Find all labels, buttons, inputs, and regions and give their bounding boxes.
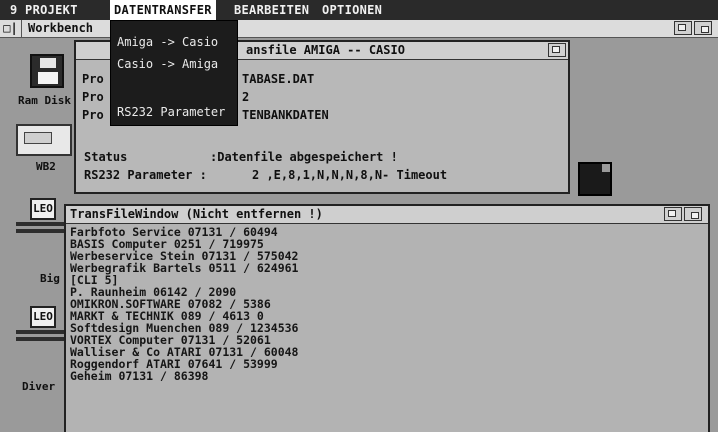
dialog-title: ansfile AMIGA -- CASIO	[246, 43, 405, 57]
ram-disk-icon[interactable]	[30, 54, 64, 88]
workbench-title-bar: □| Workbench	[0, 20, 718, 38]
transfile-window-title: TransFileWindow (Nicht entfernen !)	[70, 207, 323, 221]
menu-bearbeiten[interactable]: BEARBEITEN	[230, 0, 313, 20]
menu-optionen[interactable]: OPTIONEN	[318, 0, 386, 20]
transfile-window-title-bar[interactable]: TransFileWindow (Nicht entfernen !)	[66, 206, 708, 224]
zoom-gadget-icon[interactable]	[674, 21, 692, 35]
status-value: :Datenfile abgespeichert !	[210, 150, 398, 164]
transfile-entry-list: Farbfoto Service 07131 / 60494 BASIS Comp…	[70, 226, 298, 382]
depth-gadget-icon[interactable]	[694, 21, 712, 35]
status-label: Status	[84, 150, 128, 164]
drawer-plate-big: LEO	[30, 198, 56, 220]
project-label-1: Pro	[82, 72, 104, 86]
workbench-close-gadget[interactable]: □|	[0, 20, 22, 37]
workbench-title: Workbench	[28, 21, 94, 35]
ram-disk-label: Ram Disk	[18, 94, 71, 107]
wb2-disk-icon[interactable]	[16, 124, 72, 156]
wb2-label: WB2	[36, 160, 56, 173]
drawer-label-big: Big	[40, 272, 60, 285]
project-value-2: 2	[242, 90, 250, 104]
datentransfer-dropdown: Amiga -> Casio Casio -> Amiga RS232 Para…	[110, 20, 238, 126]
menu-item-casio-to-amiga[interactable]: Casio -> Amiga	[117, 57, 218, 71]
menu-bar: 9 PROJEKT DATENTRANSFER BEARBEITEN OPTIO…	[0, 0, 718, 20]
menu-projekt[interactable]: 9 PROJEKT	[6, 0, 82, 20]
project-label-3: Pro	[82, 108, 104, 122]
menu-item-amiga-to-casio[interactable]: Amiga -> Casio	[117, 35, 218, 49]
disk-icon[interactable]	[578, 162, 612, 196]
menu-item-rs232-parameter[interactable]: RS232 Parameter	[117, 105, 225, 119]
list-item: Geheim 07131 / 86398	[70, 369, 209, 383]
drawer-icon-big[interactable]: LEO	[16, 198, 70, 238]
drawer-plate-diver: LEO	[30, 306, 56, 328]
drawer-label-diver: Diver	[22, 380, 56, 393]
project-value-3: TENBANKDATEN	[242, 108, 329, 122]
transfile-window: TransFileWindow (Nicht entfernen !) Farb…	[64, 204, 710, 432]
tfw-depth-gadget-icon[interactable]	[684, 207, 702, 221]
project-label-2: Pro	[82, 90, 104, 104]
menu-datentransfer[interactable]: DATENTRANSFER	[110, 0, 216, 20]
dialog-depth-gadget-icon[interactable]	[548, 43, 566, 57]
tfw-zoom-gadget-icon[interactable]	[664, 207, 682, 221]
rs232-label: RS232 Parameter :	[84, 168, 207, 182]
rs232-value: 2 ,E,8,1,N,N,N,8,N- Timeout	[252, 168, 448, 182]
drawer-icon-diver[interactable]: LEO	[16, 306, 70, 346]
project-value-1: TABASE.DAT	[242, 72, 315, 86]
